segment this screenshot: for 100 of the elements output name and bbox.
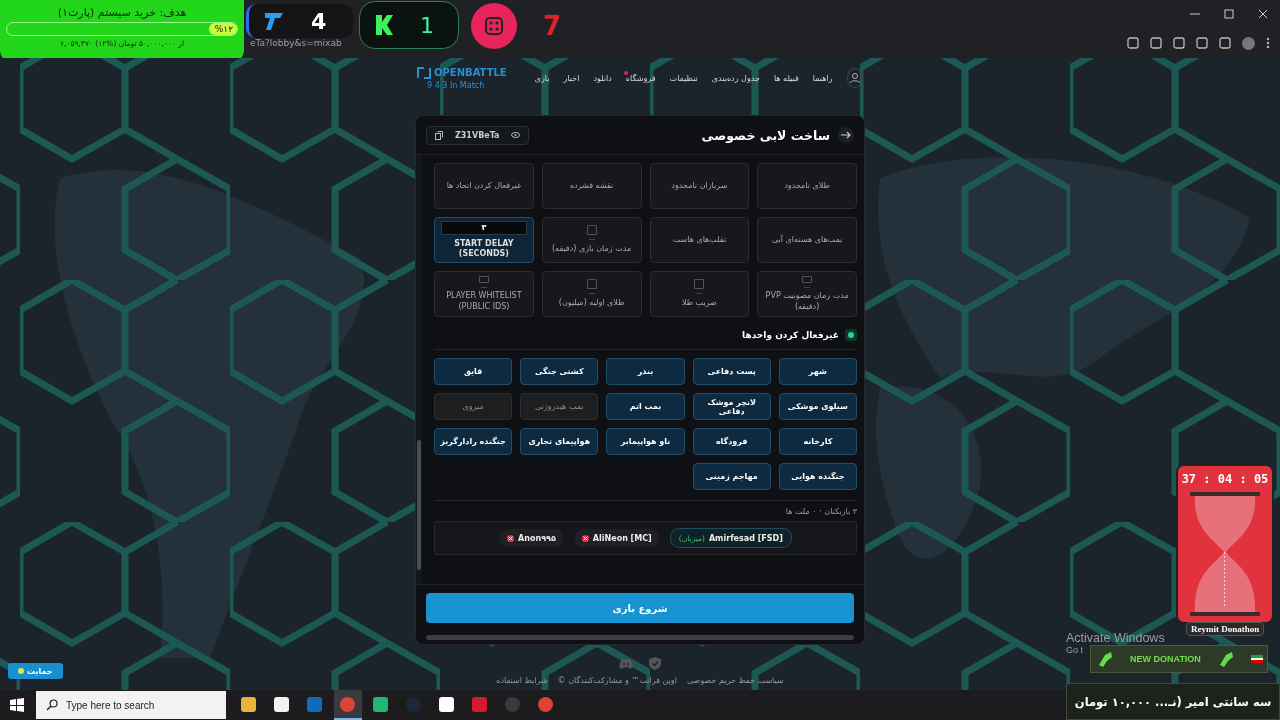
logo-text[interactable]: OPENBATTLE (434, 67, 507, 78)
setting-card[interactable]: بمب‌های هسته‌ای آبی (757, 217, 857, 263)
setting-card[interactable]: طلای اولیه (میلیون) (541, 271, 642, 317)
toolbar-icon[interactable] (1196, 37, 1208, 49)
menu-icon[interactable] (1266, 37, 1270, 49)
checkbox[interactable] (802, 276, 813, 283)
checkbox[interactable] (586, 225, 597, 236)
empty-value-dash (588, 293, 595, 295)
maximize-icon[interactable] (1224, 9, 1234, 19)
counter-value: 1 (420, 12, 434, 38)
nav-link[interactable]: فروشگاه (625, 73, 656, 83)
setting-card[interactable]: مدت زمان مصونیت PVP (دقیقه) (757, 271, 857, 317)
address-text[interactable]: eTa?lobby&s=mixab (250, 38, 342, 48)
setting-card[interactable]: تقلب‌های هاست (649, 217, 750, 263)
counter-value: 4 (311, 8, 327, 34)
checkbox[interactable] (478, 276, 489, 283)
unit-toggle-button[interactable]: سیلوی موشکی (778, 393, 857, 420)
copy-icon[interactable] (435, 130, 443, 140)
toolbar-icon[interactable] (1150, 37, 1162, 49)
donation-banner-title: NEW DONATION (1130, 654, 1201, 664)
footer-link[interactable]: سیاست حفظ حریم خصوصی (686, 676, 784, 685)
unit-toggle-button[interactable]: لانچر موشک دفاعی (692, 393, 771, 420)
flag-icon (1250, 655, 1263, 663)
nav-link[interactable]: قبیله ها (773, 73, 799, 83)
setting-label: PLAYER WHITELIST (PUBLIC IDS) (445, 291, 523, 312)
nav-link[interactable]: جدول رده‌بندی (711, 73, 760, 83)
taskbar-app-icon[interactable] (333, 690, 362, 720)
setting-label: مدت زمان مصونیت PVP (دقیقه) (764, 291, 850, 312)
unit-toggle-button[interactable]: فرودگاه (692, 428, 771, 455)
unit-toggle-button[interactable]: قایق (434, 358, 513, 385)
back-button[interactable] (838, 127, 854, 143)
unit-toggle-button[interactable]: جنگنده هوایی (778, 463, 857, 490)
donation-message: سه سانتی امیر (نـ... ۱۰,۰۰۰ تومان (1074, 694, 1272, 709)
setting-card[interactable]: غیرفعال کردن اتحاد ها (434, 163, 534, 209)
unit-toggle-button[interactable]: شهر (778, 358, 857, 385)
match-status: 9 4 3 In Match (426, 80, 485, 90)
nav-link[interactable]: بازی (534, 73, 550, 83)
windows-start-icon[interactable] (10, 698, 24, 712)
setting-card[interactable]: طلای نامحدود (757, 163, 857, 209)
setting-label: START DELAY (SECONDS) (453, 238, 515, 260)
lobby-code: Z31VBeTa (455, 130, 500, 140)
checkbox[interactable] (586, 279, 597, 290)
setting-card[interactable]: مدت زمان بازی (دقیقه) (541, 217, 642, 263)
lobby-code-chip[interactable]: Z31VBeTa (426, 125, 530, 145)
close-icon[interactable] (1258, 9, 1268, 19)
search-icon (46, 699, 58, 711)
unit-toggle-button[interactable]: هواپیمای تجاری (520, 428, 599, 455)
setting-label: طلای اولیه (میلیون) (558, 298, 625, 309)
goal-percent: %۱۲ (214, 23, 233, 35)
setting-card[interactable]: PLAYER WHITELIST (PUBLIC IDS) (434, 271, 534, 317)
number-input[interactable]: ۳ (440, 220, 527, 235)
footer-link[interactable]: اوپن فرانت™ و مشارکت‌کنندگان © (557, 676, 677, 685)
empty-value-dash (696, 293, 703, 295)
nav-link[interactable]: تنظیمات (669, 73, 698, 83)
unit-toggle-button[interactable]: بمب اتم (606, 393, 685, 420)
unit-toggle-button[interactable]: کارخانه (778, 428, 857, 455)
unit-toggle-button[interactable]: جنگنده رادارگریز (434, 428, 513, 455)
scrollbar[interactable] (416, 155, 422, 584)
setting-label: نقشه فشرده (569, 180, 614, 192)
lobby-title: ساخت لابی خصوصی (701, 127, 830, 143)
support-button[interactable]: حمایت (8, 663, 63, 679)
setting-label: ضریب طلا (681, 298, 717, 309)
setting-label: سربازان نامحدود (671, 180, 728, 192)
arrow-icon[interactable] (841, 131, 851, 139)
remove-button[interactable] (507, 534, 515, 542)
footer-link[interactable]: شرایط استفاده (496, 676, 548, 685)
activation-notice-title: Activate Windows (1066, 631, 1165, 645)
unit-toggle-button[interactable]: کشتی جنگی (520, 358, 599, 385)
setting-label: طلای نامحدود (784, 180, 830, 192)
k-logo-icon (374, 14, 394, 36)
counter-value: 7 (543, 11, 562, 41)
setting-label: غیرفعال کردن اتحاد ها (446, 180, 522, 192)
nav-link[interactable]: راهنما (812, 73, 833, 83)
avatar-icon[interactable] (1242, 36, 1255, 50)
activation-notice-text: Go t (1066, 645, 1084, 655)
remove-button[interactable] (581, 534, 589, 542)
unit-toggle-button[interactable]: بندر (606, 358, 685, 385)
unit-toggle-button[interactable]: بمب هیدروژنی (520, 393, 599, 420)
setting-label: مدت زمان بازی (دقیقه) (552, 244, 632, 255)
taskbar-search-field[interactable]: Type here to search (36, 691, 226, 719)
toolbar-icon[interactable] (1173, 37, 1185, 49)
unit-toggle-button[interactable]: میروی (434, 393, 513, 420)
empty-value-dash (480, 286, 487, 288)
nav-link[interactable]: دانلود (593, 73, 612, 83)
toolbar-icon[interactable] (1219, 37, 1231, 49)
empty-value-dash (588, 239, 595, 241)
players-summary: ۳ بازیکنان · ۰ ملت ها (785, 507, 857, 516)
horizontal-scrollbar[interactable] (426, 635, 854, 640)
checkbox[interactable] (694, 279, 705, 290)
toolbar-icon[interactable] (1127, 37, 1139, 49)
eye-icon[interactable] (511, 132, 521, 138)
nav-link[interactable]: اخبار (563, 73, 580, 83)
unit-toggle-button[interactable]: ناو هواپیمابر (606, 428, 685, 455)
setting-card[interactable]: نقشه فشرده (541, 163, 642, 209)
section-icon (845, 329, 857, 341)
unit-toggle-button[interactable]: پست دفاعی (692, 358, 771, 385)
unit-toggle-button[interactable]: مهاجم زمینی (692, 463, 771, 490)
setting-card[interactable]: ضریب طلا (649, 271, 750, 317)
shield-check-icon[interactable] (649, 657, 661, 670)
setting-card[interactable]: سربازان نامحدود (649, 163, 750, 209)
